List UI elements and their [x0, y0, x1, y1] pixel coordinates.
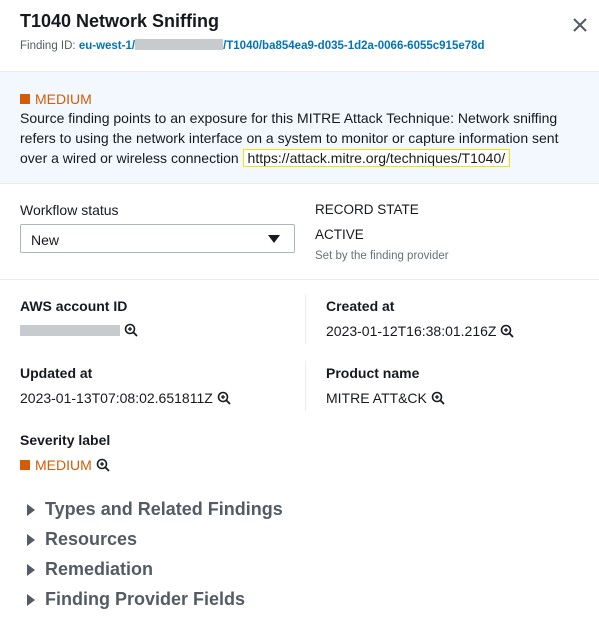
record-state-hint: Set by the finding provider [315, 250, 449, 262]
caret-right-icon [27, 593, 35, 606]
zoom-in-icon[interactable] [96, 458, 110, 472]
updated-at-label: Updated at [20, 365, 93, 381]
updated-at-value: 2023-01-13T07:08:02.651811Z [20, 390, 231, 406]
section-resources[interactable]: Resources [27, 529, 137, 550]
redacted-account-id [20, 324, 120, 336]
aws-account-label: AWS account ID [20, 298, 128, 314]
caret-right-icon [27, 563, 35, 576]
section-finding-provider-fields[interactable]: Finding Provider Fields [27, 589, 245, 610]
caret-down-icon [268, 235, 280, 243]
aws-account-value [20, 323, 138, 337]
close-icon[interactable] [571, 16, 589, 34]
zoom-in-icon[interactable] [500, 324, 515, 338]
zoom-in-icon[interactable] [431, 391, 445, 405]
mitre-link[interactable]: https://attack.mitre.org/techniques/T104… [242, 149, 511, 167]
severity-square-icon [20, 460, 30, 470]
caret-right-icon [27, 533, 35, 546]
created-at-label: Created at [326, 298, 395, 314]
severity-square-icon [20, 94, 30, 104]
record-state-value: ACTIVE [315, 227, 364, 242]
finding-id: Finding ID: eu-west-1//T1040/ba854ea9-d0… [20, 39, 485, 52]
redacted-account [135, 39, 224, 50]
record-state-label: RECORD STATE [315, 202, 419, 217]
section-types-related-findings[interactable]: Types and Related Findings [27, 499, 283, 520]
product-name-label: Product name [326, 365, 420, 381]
description-text: Source finding points to an exposure for… [20, 110, 559, 167]
panel-header: T1040 Network Sniffing Finding ID: eu-we… [0, 0, 599, 72]
severity-label-heading: Severity label [20, 432, 111, 448]
column-divider [305, 294, 306, 344]
zoom-in-icon[interactable] [217, 391, 231, 405]
zoom-in-icon[interactable] [124, 323, 138, 337]
caret-right-icon [27, 503, 35, 516]
column-divider [305, 361, 306, 411]
finding-id-label: Finding ID: [20, 40, 76, 52]
created-at-value: 2023-01-12T16:38:01.216Z [326, 323, 515, 339]
severity-badge: MEDIUM [20, 91, 92, 107]
severity-label-value: MEDIUM [20, 457, 110, 473]
workflow-section: Workflow status New RECORD STATE ACTIVE … [0, 184, 599, 280]
workflow-status-select[interactable]: New [20, 224, 295, 253]
section-remediation[interactable]: Remediation [27, 559, 153, 580]
product-name-value: MITRE ATT&CK [326, 390, 445, 406]
workflow-status-value: New [31, 232, 60, 248]
page-title: T1040 Network Sniffing [20, 11, 220, 31]
workflow-status-label: Workflow status [20, 202, 119, 218]
description-section: MEDIUM Source finding points to an expos… [0, 72, 599, 184]
finding-id-link[interactable]: eu-west-1//T1040/ba854ea9-d035-1d2a-0066… [79, 39, 485, 52]
